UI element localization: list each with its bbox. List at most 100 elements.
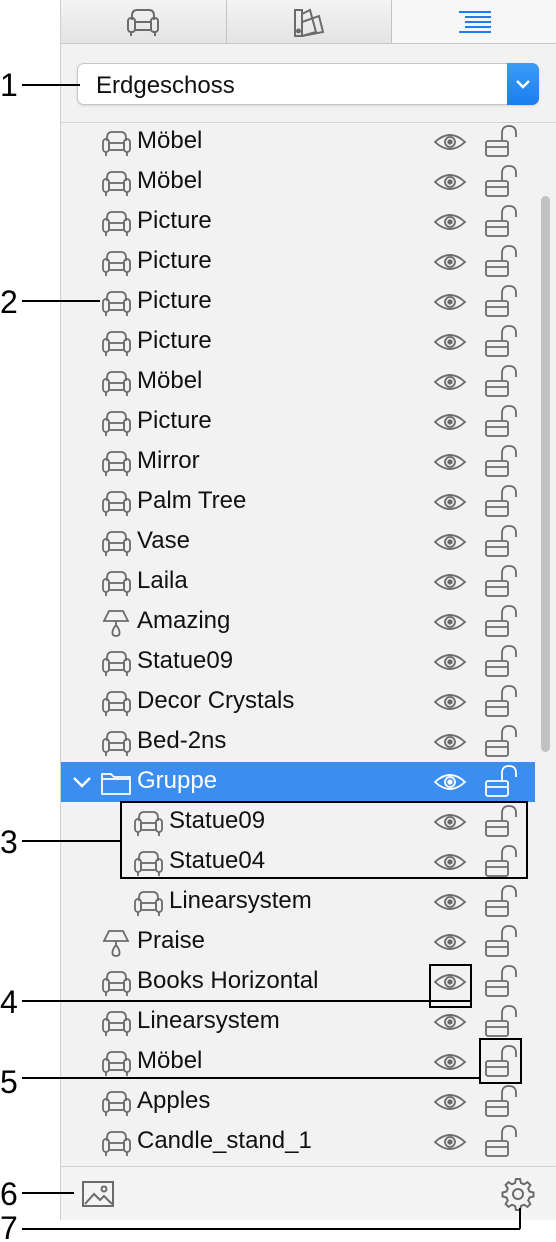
callout-3: 3 xyxy=(0,824,18,860)
lock-open-icon[interactable] xyxy=(483,683,519,719)
armchair-icon xyxy=(127,8,160,36)
lock-open-icon[interactable] xyxy=(483,763,519,799)
visibility-eye-icon[interactable] xyxy=(433,450,467,474)
list-item[interactable]: Linearsystem xyxy=(61,1002,535,1042)
lock-open-icon[interactable] xyxy=(483,483,519,519)
list-item[interactable]: Vase xyxy=(61,522,535,562)
list-item[interactable]: Mirror xyxy=(61,442,535,482)
callout-5-box xyxy=(479,1038,522,1084)
list-item[interactable]: Amazing xyxy=(61,602,535,642)
list-item[interactable]: Palm Tree xyxy=(61,482,535,522)
visibility-eye-icon[interactable] xyxy=(433,930,467,954)
list-item[interactable]: Picture xyxy=(61,242,535,282)
lock-open-icon[interactable] xyxy=(483,123,519,159)
armchair-icon xyxy=(102,1051,131,1076)
list-item-label: Vase xyxy=(137,527,190,554)
lock-open-icon[interactable] xyxy=(483,443,519,479)
lock-open-icon[interactable] xyxy=(483,323,519,359)
list-item[interactable]: Apples xyxy=(61,1082,535,1122)
lock-open-icon[interactable] xyxy=(483,923,519,959)
callout-1-line xyxy=(22,84,80,86)
chevron-down-icon[interactable] xyxy=(507,63,539,105)
lock-open-icon[interactable] xyxy=(483,1123,519,1159)
lock-open-icon[interactable] xyxy=(483,163,519,199)
visibility-eye-icon[interactable] xyxy=(433,330,467,354)
level-select-value: Erdgeschoss xyxy=(96,72,235,99)
armchair-icon xyxy=(102,1131,131,1156)
list-item[interactable]: Picture xyxy=(61,282,535,322)
tab-bar xyxy=(61,0,556,44)
visibility-eye-icon[interactable] xyxy=(433,690,467,714)
visibility-eye-icon[interactable] xyxy=(433,610,467,634)
chevron-down-icon[interactable] xyxy=(71,772,93,792)
list-item[interactable]: Praise xyxy=(61,922,535,962)
list-item[interactable]: Picture xyxy=(61,402,535,442)
lock-open-icon[interactable] xyxy=(483,883,519,919)
callout-3-box xyxy=(120,801,528,879)
lock-open-icon[interactable] xyxy=(483,243,519,279)
list-item[interactable]: Möbel xyxy=(61,1042,535,1082)
visibility-eye-icon[interactable] xyxy=(433,210,467,234)
list-item[interactable]: Candle_stand_1 xyxy=(61,1122,535,1162)
visibility-eye-icon[interactable] xyxy=(433,890,467,914)
visibility-eye-icon[interactable] xyxy=(433,570,467,594)
tab-list[interactable] xyxy=(392,0,556,43)
list-item[interactable]: Bed-2ns xyxy=(61,722,535,762)
folder-icon xyxy=(101,773,131,795)
visibility-eye-icon[interactable] xyxy=(433,650,467,674)
armchair-icon xyxy=(102,571,131,596)
visibility-eye-icon[interactable] xyxy=(433,1010,467,1034)
group-row[interactable]: Gruppe xyxy=(61,762,535,802)
list-item[interactable]: Picture xyxy=(61,202,535,242)
list-item[interactable]: Möbel xyxy=(61,122,535,162)
visibility-eye-icon[interactable] xyxy=(433,1130,467,1154)
visibility-eye-icon[interactable] xyxy=(433,250,467,274)
visibility-eye-icon[interactable] xyxy=(433,130,467,154)
image-icon[interactable] xyxy=(81,1179,115,1209)
lock-open-icon[interactable] xyxy=(483,203,519,239)
list-item[interactable]: Statue09 xyxy=(61,642,535,682)
callout-7: 7 xyxy=(0,1210,18,1242)
lock-open-icon[interactable] xyxy=(483,363,519,399)
list-item[interactable]: Decor Crystals xyxy=(61,682,535,722)
visibility-eye-icon[interactable] xyxy=(433,370,467,394)
visibility-eye-icon[interactable] xyxy=(433,730,467,754)
list-scrollbar[interactable] xyxy=(541,196,550,752)
armchair-icon xyxy=(102,371,131,396)
visibility-eye-icon[interactable] xyxy=(433,410,467,434)
gear-icon[interactable] xyxy=(501,1177,535,1211)
list-item-label: Möbel xyxy=(137,1047,203,1074)
visibility-eye-icon[interactable] xyxy=(433,290,467,314)
lock-open-icon[interactable] xyxy=(483,563,519,599)
list-item-label: Statue09 xyxy=(137,647,234,674)
armchair-icon xyxy=(102,171,131,196)
list-item[interactable]: Linearsystem xyxy=(61,882,535,922)
list-item-label: Candle_stand_1 xyxy=(137,1127,312,1154)
lock-open-icon[interactable] xyxy=(483,403,519,439)
tab-furniture[interactable] xyxy=(61,0,227,43)
visibility-eye-icon[interactable] xyxy=(433,770,467,794)
lock-open-icon[interactable] xyxy=(483,1003,519,1039)
list-item[interactable]: Picture xyxy=(61,322,535,362)
visibility-eye-icon[interactable] xyxy=(433,1090,467,1114)
tab-materials[interactable] xyxy=(226,0,393,43)
visibility-eye-icon[interactable] xyxy=(433,530,467,554)
lock-open-icon[interactable] xyxy=(483,643,519,679)
list-item[interactable]: Möbel xyxy=(61,162,535,202)
lock-open-icon[interactable] xyxy=(483,723,519,759)
lock-open-icon[interactable] xyxy=(483,1083,519,1119)
level-select[interactable]: Erdgeschoss xyxy=(77,63,539,105)
list-item-label: Linearsystem xyxy=(137,1007,280,1034)
object-list: Möbel Möbel Picture Picture Picture Pict… xyxy=(61,122,539,1166)
visibility-eye-icon[interactable] xyxy=(433,1050,467,1074)
visibility-eye-icon[interactable] xyxy=(433,170,467,194)
list-item[interactable]: Möbel xyxy=(61,362,535,402)
list-item[interactable]: Laila xyxy=(61,562,535,602)
callout-3-line xyxy=(22,840,120,842)
lock-open-icon[interactable] xyxy=(483,603,519,639)
visibility-eye-icon[interactable] xyxy=(433,490,467,514)
lock-open-icon[interactable] xyxy=(483,523,519,559)
lock-open-icon[interactable] xyxy=(483,963,519,999)
lock-open-icon[interactable] xyxy=(483,283,519,319)
object-list-panel: Erdgeschoss Möbel Möbel Picture Picture … xyxy=(60,0,556,1220)
